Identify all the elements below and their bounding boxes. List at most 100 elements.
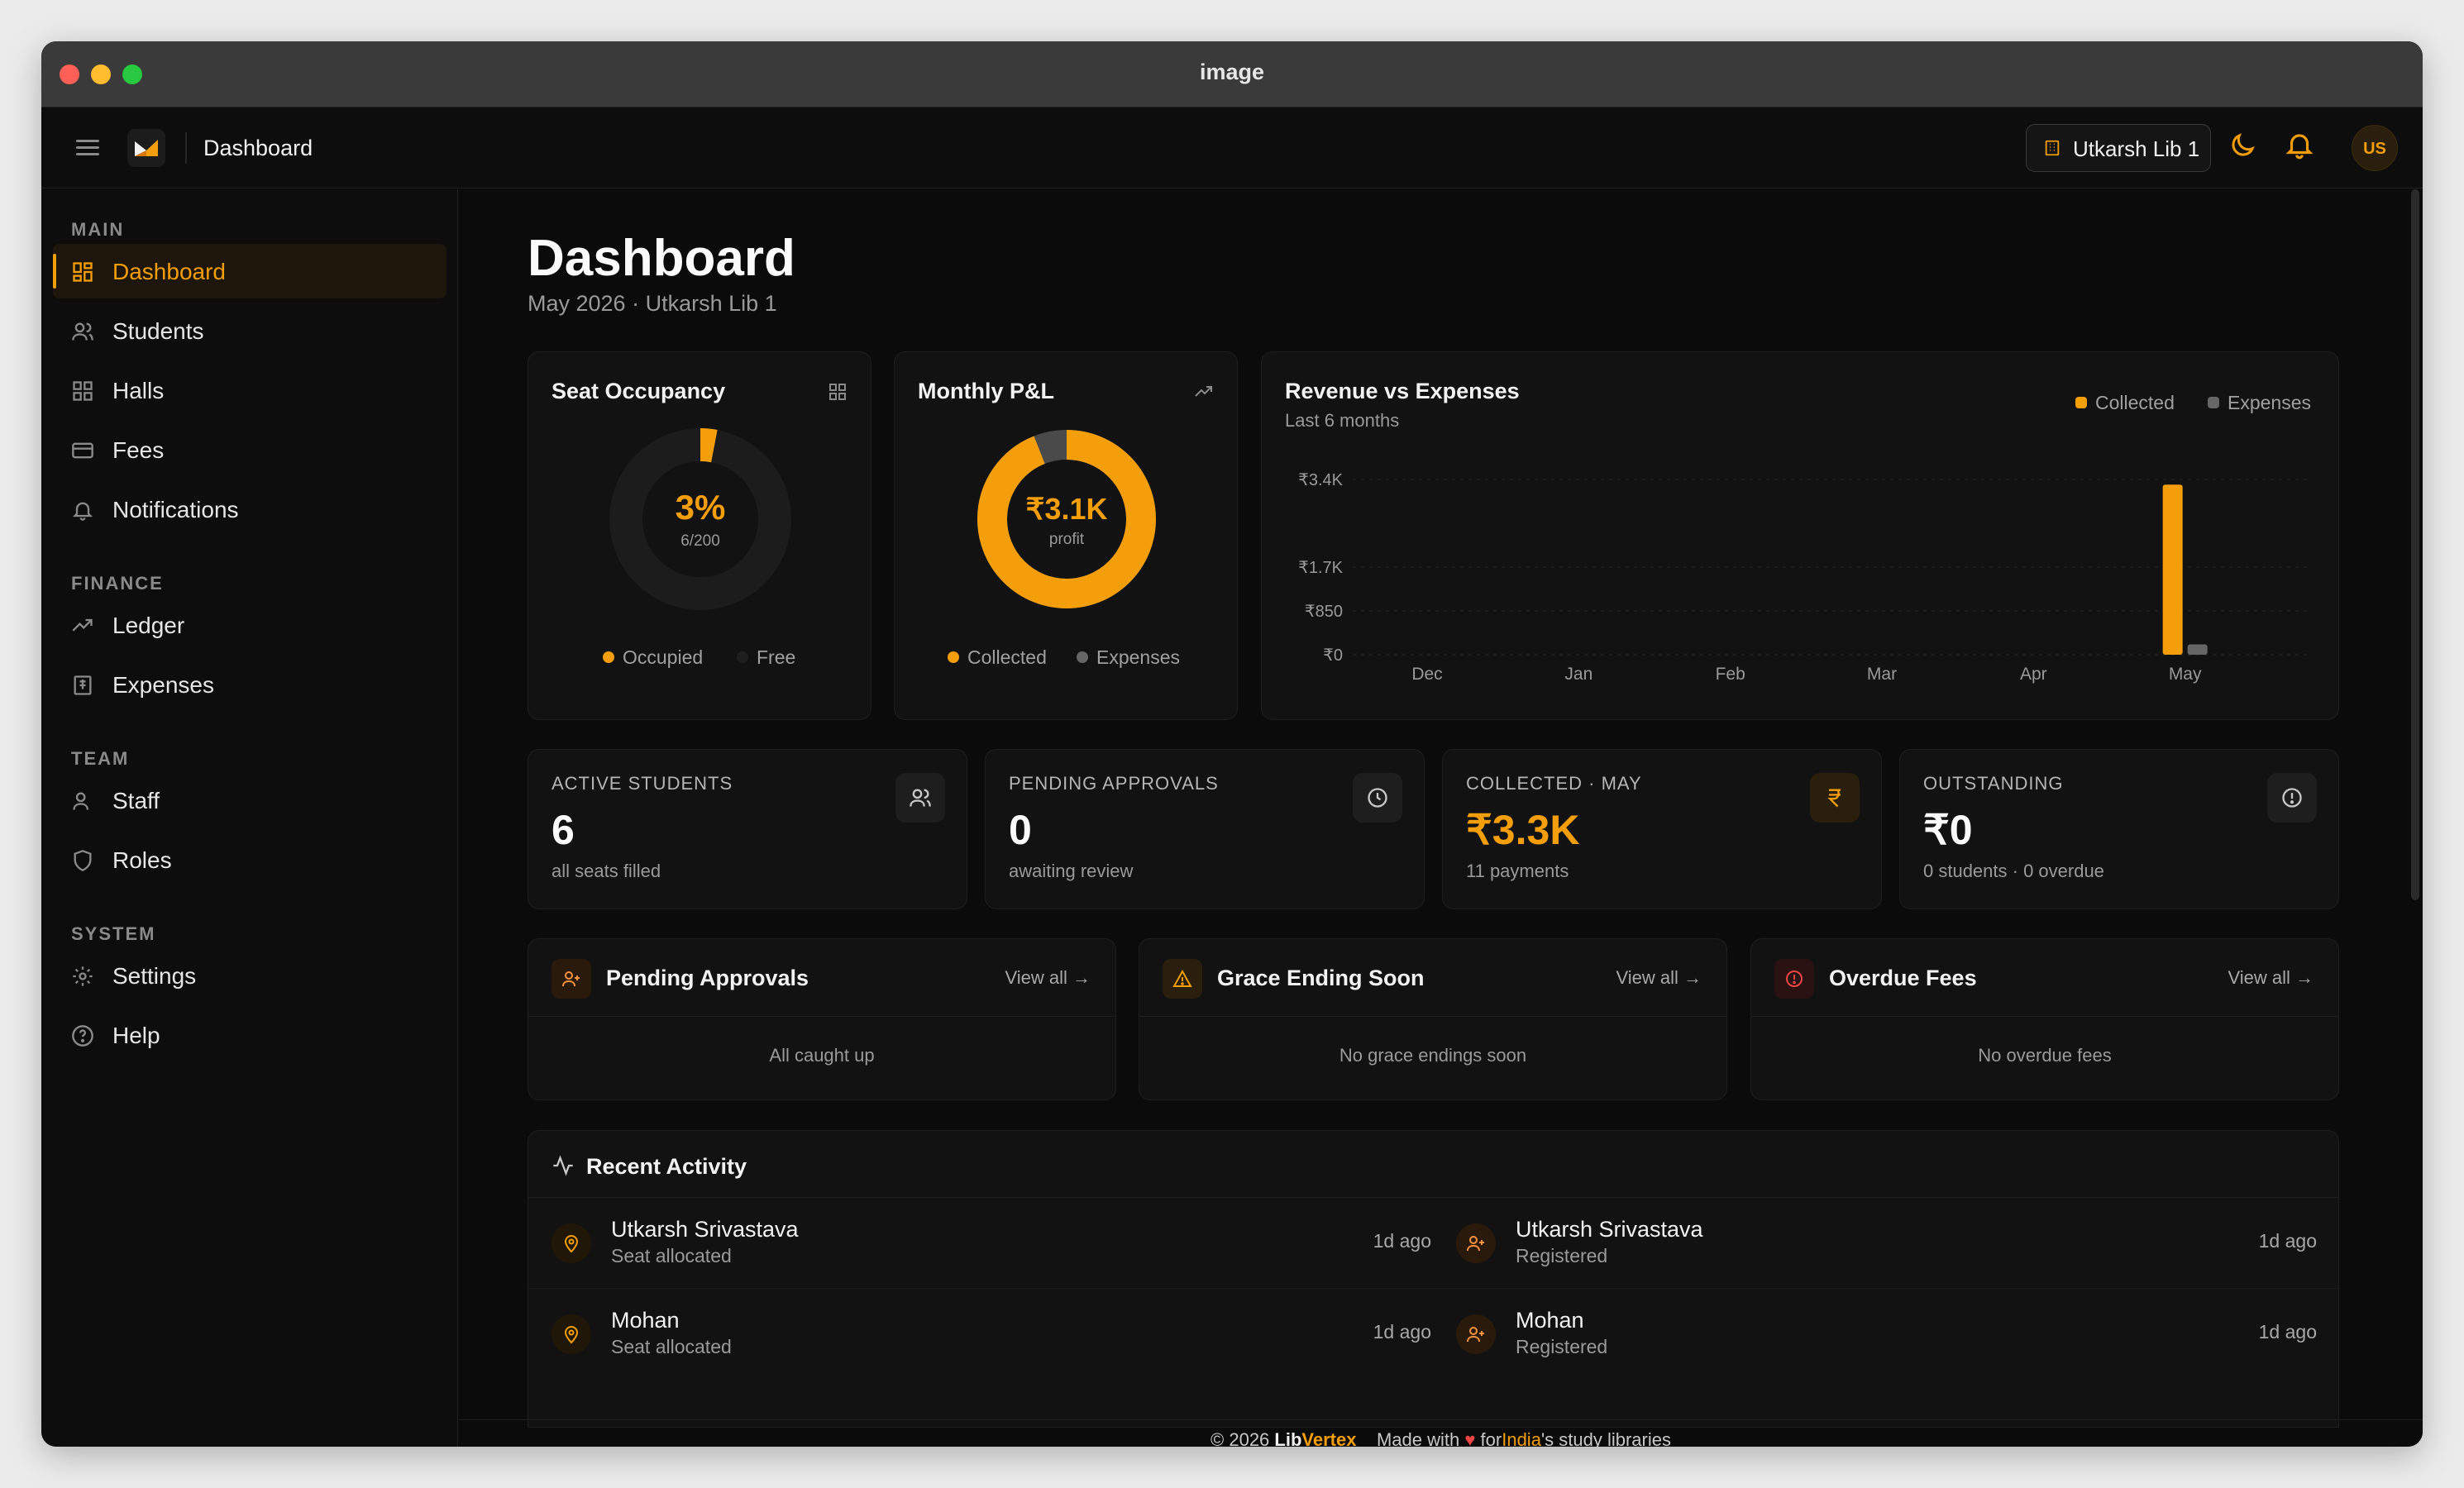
sidebar-item-settings[interactable]: Settings: [53, 948, 446, 1003]
sidebar-item-dashboard[interactable]: Dashboard: [53, 244, 446, 298]
section-label-finance: FINANCE: [71, 573, 164, 594]
help-icon: [72, 1025, 93, 1047]
stat-value: 0: [1009, 807, 1032, 853]
user-icon: [73, 792, 88, 810]
activity-item[interactable]: Mohan Seat allocated 1d ago: [552, 1288, 1431, 1379]
activity-icon-box: [552, 1314, 591, 1354]
panel-header: Pending Approvals View all →: [528, 939, 1115, 1017]
occupancy-count: 6/200: [680, 532, 720, 550]
sidebar-item-label: Settings: [112, 963, 197, 989]
dashboard-icon: [73, 262, 93, 282]
pnl-value: ₹3.1K: [1026, 492, 1108, 526]
sidebar-item-staff[interactable]: Staff: [53, 773, 446, 827]
arrow-right-icon: →: [1072, 967, 1091, 988]
y-tick-label: ₹1.7K: [1298, 559, 1344, 577]
theme-toggle[interactable]: [2228, 131, 2257, 165]
view-all-link[interactable]: View all →: [1616, 967, 1702, 989]
footer-made: Made with: [1376, 1429, 1460, 1447]
empty-state: No grace endings soon: [1339, 1045, 1527, 1066]
legend-expenses: Expenses: [1077, 646, 1180, 669]
grid-icon: [73, 381, 93, 401]
activity-time: 1d ago: [2258, 1321, 2317, 1343]
moon-icon: [2232, 133, 2255, 156]
user-avatar[interactable]: US: [2352, 125, 2398, 171]
stat-label: COLLECTED · MAY: [1466, 773, 1642, 794]
sidebar-item-fees[interactable]: Fees: [53, 422, 446, 477]
alert-circle-icon: [1786, 971, 1803, 987]
menu-icon[interactable]: [76, 136, 99, 160]
card-title: Seat Occupancy: [552, 379, 726, 403]
library-switcher[interactable]: Utkarsh Lib 1: [2026, 124, 2211, 172]
section-label-team: TEAM: [71, 748, 130, 769]
bar-expenses-may[interactable]: [2187, 644, 2208, 655]
revenue-bar-chart: ₹3.4K ₹1.7K ₹850 ₹0 Dec Jan Feb Mar Apr May: [1298, 471, 2312, 684]
activity-item[interactable]: Utkarsh Srivastava Registered 1d ago: [1456, 1197, 2317, 1288]
stat-icon-box: [2267, 773, 2317, 823]
warning-icon: [1172, 969, 1192, 987]
grid-icon: [829, 384, 846, 400]
stat-subtext: all seats filled: [552, 861, 661, 881]
sidebar-item-label: Help: [112, 1023, 160, 1048]
stat-subtext: 11 payments: [1466, 861, 1569, 881]
pnl-donut: ₹3.1K profit: [977, 430, 1156, 608]
sidebar-item-roles[interactable]: Roles: [53, 832, 446, 887]
notifications-button[interactable]: [2284, 129, 2315, 165]
stat-subtext: 0 students · 0 overdue: [1923, 861, 2104, 881]
panel-header: Grace Ending Soon View all →: [1139, 939, 1726, 1017]
page-breadcrumb: Dashboard: [203, 136, 313, 160]
gear-icon: [73, 966, 93, 986]
shield-icon: [74, 850, 92, 871]
sidebar-item-halls[interactable]: Halls: [53, 363, 446, 417]
app-window: image Dashboard Utkarsh Lib 1 US MAIN Da…: [41, 41, 2423, 1447]
legend-label: Occupied: [623, 646, 704, 668]
y-tick-label: ₹850: [1305, 603, 1343, 621]
x-tick-label: Mar: [1867, 665, 1897, 684]
x-tick-label: Jan: [1564, 665, 1593, 684]
arrow-right-icon: →: [1683, 967, 1702, 988]
sidebar-item-ledger[interactable]: Ledger: [53, 598, 446, 652]
footer-country: India: [1502, 1429, 1541, 1447]
stat-label: PENDING APPROVALS: [1009, 773, 1219, 794]
app-logo: [127, 129, 165, 167]
sidebar-item-help[interactable]: Help: [53, 1008, 446, 1062]
view-all-link[interactable]: View all →: [2228, 967, 2314, 989]
stat-icon-box: [1353, 773, 1402, 823]
stat-subtext: awaiting review: [1009, 861, 1134, 881]
footer-for: for: [1480, 1429, 1502, 1447]
revenue-chart-card: Revenue vs Expenses Last 6 months Collec…: [1261, 351, 2339, 720]
activity-item[interactable]: Utkarsh Srivastava Seat allocated 1d ago: [552, 1197, 1431, 1288]
sidebar-item-students[interactable]: Students: [53, 303, 446, 358]
footer-rest: 's study libraries: [1540, 1429, 1671, 1447]
overdue-fees-panel: Overdue Fees View all → No overdue fees: [1750, 938, 2339, 1100]
view-all-link[interactable]: View all →: [1005, 967, 1091, 989]
activity-name: Utkarsh Srivastava: [1516, 1217, 1703, 1242]
sidebar-item-label: Staff: [112, 788, 160, 813]
legend-free: Free: [737, 646, 795, 669]
receipt-icon: [74, 675, 92, 695]
bar-collected-may[interactable]: [2162, 484, 2183, 655]
stat-pending-approvals: PENDING APPROVALS 0 awaiting review: [985, 749, 1425, 909]
bell-icon: [2285, 134, 2314, 160]
empty-state: All caught up: [769, 1045, 875, 1066]
panel-icon-box: [552, 959, 591, 999]
main-content: Dashboard May 2026 · Utkarsh Lib 1 Seat …: [459, 189, 2423, 1447]
x-tick-label: Dec: [1411, 665, 1442, 684]
sidebar-item-label: Expenses: [112, 672, 214, 698]
view-all-label: View all: [2228, 967, 2290, 988]
activity-icon: [553, 1155, 573, 1176]
users-icon: [72, 322, 93, 341]
top-bar: Dashboard Utkarsh Lib 1 US: [41, 107, 2423, 188]
footer-brand: LibVertex: [1274, 1429, 1356, 1447]
map-pin-icon: [564, 1326, 579, 1344]
scrollbar[interactable]: [2411, 189, 2419, 900]
panel-icon-box: [1774, 959, 1814, 999]
activity-time: 1d ago: [2258, 1230, 2317, 1252]
sidebar-item-notifications[interactable]: Notifications: [53, 482, 446, 537]
sidebar-item-expenses[interactable]: Expenses: [53, 657, 446, 712]
card-title: Monthly P&L: [918, 379, 1054, 403]
brand-part: Lib: [1274, 1429, 1302, 1447]
activity-desc: Seat allocated: [611, 1336, 732, 1357]
sidebar-item-label: Dashboard: [112, 259, 226, 284]
view-all-label: View all: [1005, 967, 1067, 988]
activity-item[interactable]: Mohan Registered 1d ago: [1456, 1288, 2317, 1379]
